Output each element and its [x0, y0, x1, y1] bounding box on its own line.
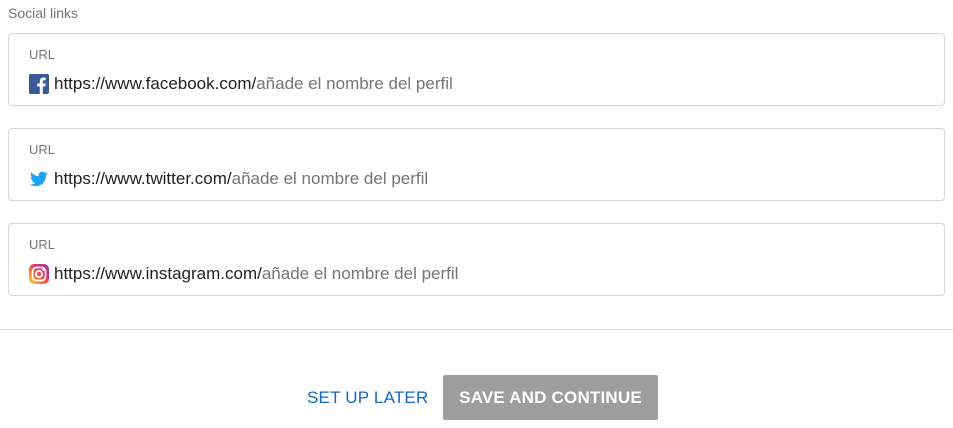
twitter-url-field[interactable]: URL https://www.twitter.com/	[8, 128, 945, 201]
twitter-profile-input[interactable]	[231, 168, 552, 190]
section-title: Social links	[8, 5, 79, 21]
field-row: https://www.facebook.com/	[29, 73, 577, 95]
field-label: URL	[29, 237, 56, 252]
facebook-url-field[interactable]: URL https://www.facebook.com/	[8, 33, 945, 106]
set-up-later-button[interactable]: SET UP LATER	[297, 375, 438, 420]
field-label: URL	[29, 47, 56, 62]
facebook-profile-input[interactable]	[256, 73, 577, 95]
divider	[0, 329, 953, 330]
field-label: URL	[29, 142, 56, 157]
url-prefix: https://www.twitter.com/	[54, 169, 232, 188]
twitter-icon	[29, 169, 49, 189]
field-row: https://www.twitter.com/	[29, 168, 552, 190]
save-and-continue-button[interactable]: SAVE AND CONTINUE	[443, 375, 658, 420]
url-prefix: https://www.instagram.com/	[54, 264, 262, 283]
instagram-profile-input[interactable]	[261, 263, 582, 285]
social-links-page: Social links URL https://www.facebook.co…	[0, 0, 953, 428]
url-prefix: https://www.facebook.com/	[54, 74, 257, 93]
instagram-icon	[29, 264, 49, 284]
facebook-icon	[29, 74, 49, 94]
field-row: https://www.instagram.com/	[29, 263, 582, 285]
instagram-url-field[interactable]: URL https://www.instagram.com/ añade el …	[8, 223, 945, 296]
